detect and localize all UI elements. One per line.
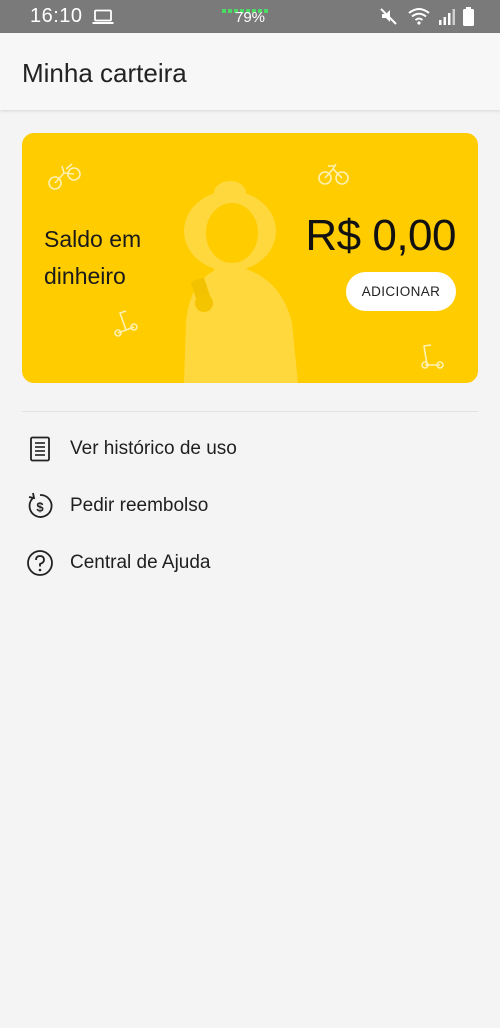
status-time: 16:10: [30, 5, 83, 27]
balance-label: Saldo em dinheiro: [44, 226, 142, 289]
menu-item-request-refund[interactable]: $ Pedir reembolso: [22, 481, 478, 531]
status-bar: 16:10 79%: [0, 0, 500, 33]
divider: [22, 411, 478, 412]
balance-amount: R$ 0,00: [305, 211, 456, 260]
signal-icon: [439, 7, 455, 30]
menu-item-label: Ver histórico de uso: [70, 438, 237, 459]
menu-item-label: Central de Ajuda: [70, 552, 211, 573]
help-icon: [22, 545, 58, 581]
wallet-balance-card: Saldo em dinheiro R$ 0,00 ADICIONAR: [22, 133, 478, 383]
battery-icon: [463, 6, 474, 31]
add-balance-button[interactable]: ADICIONAR: [346, 272, 456, 311]
mute-icon: [379, 6, 399, 31]
wifi-icon: [407, 6, 431, 31]
svg-text:$: $: [36, 500, 44, 515]
battery-percent: 79%: [235, 9, 266, 26]
laptop-icon: [92, 9, 114, 30]
app-bar: Minha carteira: [0, 33, 500, 110]
refund-icon: $: [22, 488, 58, 524]
menu-item-label: Pedir reembolso: [70, 495, 209, 516]
page-title: Minha carteira: [22, 58, 187, 88]
menu-item-help-center[interactable]: Central de Ajuda: [22, 538, 478, 588]
receipt-icon: [22, 431, 58, 467]
menu-item-usage-history[interactable]: Ver histórico de uso: [22, 424, 478, 474]
